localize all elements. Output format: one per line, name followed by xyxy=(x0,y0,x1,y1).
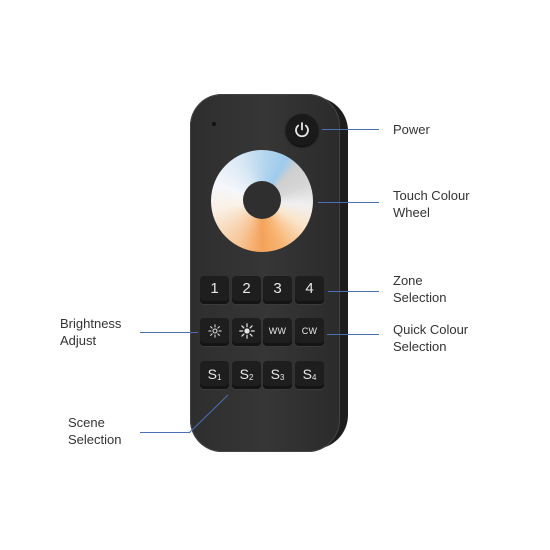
scene-3-letter: S xyxy=(270,365,280,382)
brightness-up-icon xyxy=(238,322,255,339)
touch-wheel-label: Touch Colour Wheel xyxy=(393,188,470,220)
colour-wheel-center xyxy=(243,181,281,219)
zone-selection-label: Zone Selection xyxy=(393,273,447,305)
scene-selection-label: Scene Selection xyxy=(68,415,122,447)
product-diagram: 1 2 3 4 WW CW S1 S2 S3 S4 Power Touch Co… xyxy=(0,0,550,550)
brightness-up-button[interactable] xyxy=(232,318,261,346)
brightness-down-icon xyxy=(207,323,222,338)
zone-leader-line xyxy=(328,291,379,292)
scene-leader-line xyxy=(140,432,190,433)
scene-4-number: 4 xyxy=(311,373,317,382)
zone-1-button[interactable]: 1 xyxy=(200,276,229,304)
cool-white-button[interactable]: CW xyxy=(295,318,324,346)
zone-4-button[interactable]: 4 xyxy=(295,276,324,304)
warm-white-button[interactable]: WW xyxy=(263,318,292,346)
quick-colour-leader-line xyxy=(327,334,379,335)
power-button[interactable] xyxy=(286,114,318,146)
brightness-adjust-label: Brightness Adjust xyxy=(60,316,122,348)
scene-1-letter: S xyxy=(207,365,217,382)
scene-1-number: 1 xyxy=(216,373,222,382)
scene-4-button[interactable]: S4 xyxy=(295,361,324,389)
wheel-leader-line xyxy=(318,202,379,203)
scene-2-letter: S xyxy=(239,365,249,382)
indicator-dot xyxy=(212,122,216,126)
zone-3-label: 3 xyxy=(273,280,282,297)
cool-white-label: CW xyxy=(301,325,318,336)
warm-white-label: WW xyxy=(268,325,287,336)
power-leader-line xyxy=(322,129,379,130)
scene-3-number: 3 xyxy=(279,373,285,382)
scene-3-button[interactable]: S3 xyxy=(263,361,292,389)
power-label: Power xyxy=(393,122,430,137)
scene-2-number: 2 xyxy=(248,373,254,382)
brightness-leader-line xyxy=(140,332,198,333)
quick-colour-label: Quick Colour Selection xyxy=(393,322,469,354)
scene-2-button[interactable]: S2 xyxy=(232,361,261,389)
brightness-down-button[interactable] xyxy=(200,318,229,346)
zone-3-button[interactable]: 3 xyxy=(263,276,292,304)
scene-4-letter: S xyxy=(302,365,312,382)
power-icon xyxy=(295,122,309,138)
zone-1-label: 1 xyxy=(210,280,219,297)
scene-1-button[interactable]: S1 xyxy=(200,361,229,389)
zone-2-label: 2 xyxy=(242,280,251,297)
zone-4-label: 4 xyxy=(305,280,314,297)
scene-leader-diagonal xyxy=(188,394,229,434)
zone-2-button[interactable]: 2 xyxy=(232,276,261,304)
